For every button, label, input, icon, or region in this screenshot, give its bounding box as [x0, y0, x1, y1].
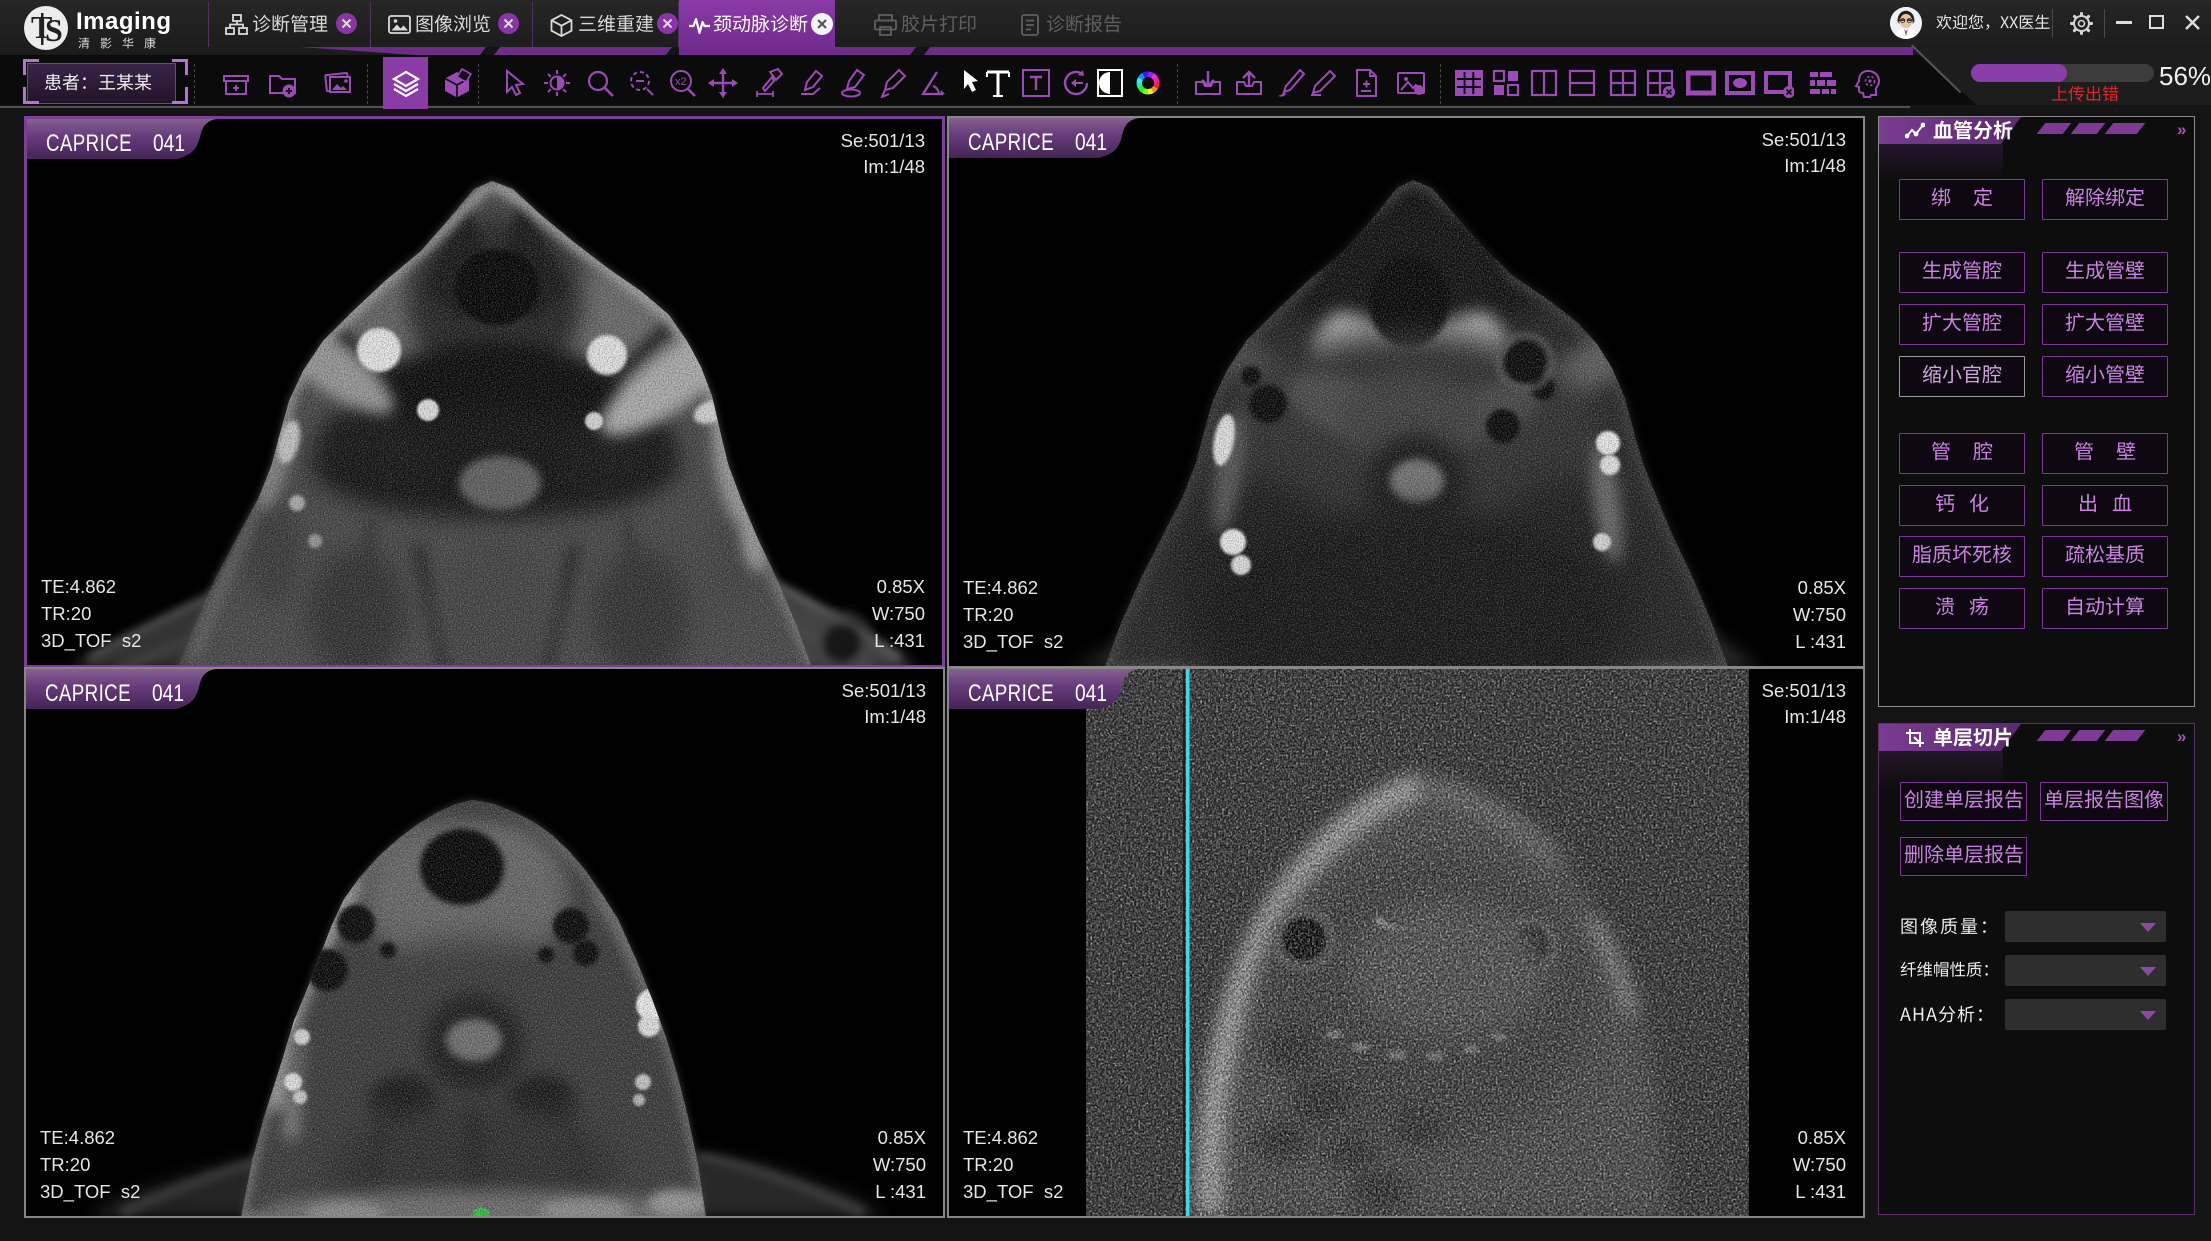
svg-text:x2: x2: [675, 76, 687, 88]
svg-text:S: S: [45, 12, 63, 48]
